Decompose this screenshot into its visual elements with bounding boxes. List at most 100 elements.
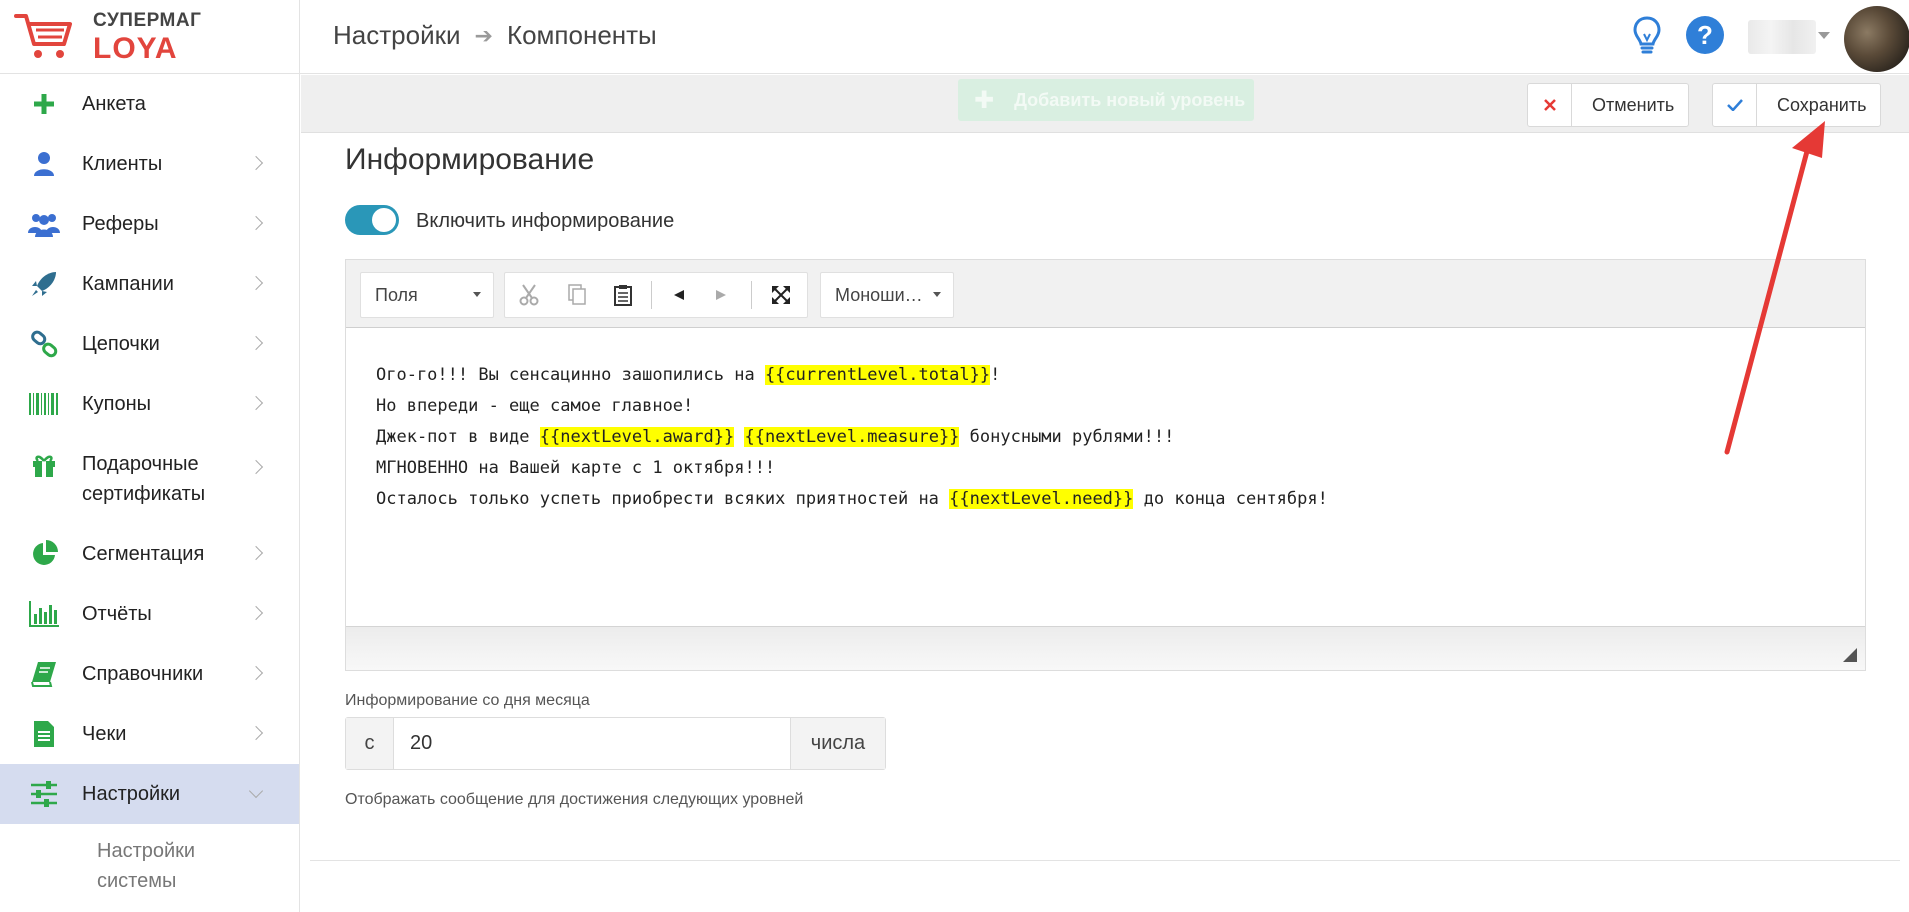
sidebar-item-label: Подарочные сертификаты (82, 449, 205, 509)
chevron-down-icon (248, 783, 264, 799)
editor-statusbar (346, 626, 1865, 670)
lightbulb-icon[interactable] (1626, 14, 1668, 56)
chevron-right-icon (248, 725, 264, 741)
sidebar-item-coupons[interactable]: Купоны (0, 374, 299, 434)
toggle-knob (372, 208, 396, 232)
sidebar-subitem-system-settings[interactable]: Настройки системы (0, 824, 299, 896)
editor-line: Но впереди - еще самое главное! (376, 391, 1328, 422)
editor-text: до конца сентября! (1133, 489, 1328, 509)
bar-chart-icon (28, 598, 60, 630)
sidebar-item-label: Чеки (82, 723, 127, 745)
svg-text:?: ? (1697, 20, 1713, 50)
editor-placeholder: {{nextLevel.award}} (539, 427, 735, 447)
sidebar-item-clients[interactable]: Клиенты (0, 134, 299, 194)
next-levels-note: Отображать сообщение для достижения след… (345, 791, 804, 808)
sidebar-item-label: Цепочки (82, 333, 160, 355)
receipt-icon (28, 718, 60, 750)
cancel-button[interactable]: Отменить (1527, 83, 1690, 127)
sidebar: Анкета Клиенты Реферы Кампании Цепочки К (0, 74, 300, 912)
editor-line: Джек-пот в виде {{nextLevel.award}} {{ne… (376, 422, 1328, 453)
undo-icon[interactable] (659, 273, 699, 317)
breadcrumb: Настройки ➔ Компоненты (333, 20, 657, 51)
sidebar-subitem-label-line2: системы (97, 870, 177, 892)
sidebar-item-label: Настройки (82, 783, 181, 805)
sidebar-item-gift-certificates[interactable]: Подарочные сертификаты (0, 434, 299, 524)
sidebar-item-reports[interactable]: Отчёты (0, 584, 299, 644)
fields-select[interactable]: Поля (360, 272, 494, 318)
section-title: Информирование (345, 143, 595, 176)
add-level-button[interactable]: ✚ Добавить новый уровень (958, 79, 1254, 121)
action-bar: ✚ Добавить новый уровень Отменить Сохран… (301, 75, 1909, 133)
gift-icon (28, 449, 60, 481)
barcode-icon (28, 388, 60, 420)
user-icon (28, 148, 60, 180)
add-level-label: Добавить новый уровень (1014, 89, 1246, 110)
chevron-down-icon (473, 292, 481, 297)
font-select[interactable]: Моноши… (820, 272, 954, 318)
sidebar-item-label: Реферы (82, 213, 159, 235)
user-name-blurred[interactable] (1748, 20, 1816, 54)
editor-content[interactable]: Ого-го!!! Вы сенсацинно зашопились на {{… (376, 360, 1328, 515)
chevron-right-icon (248, 605, 264, 621)
book-icon (28, 658, 60, 690)
save-button[interactable]: Сохранить (1712, 83, 1882, 127)
sidebar-item-label: Анкета (82, 93, 146, 115)
editor-text: Ого-го!!! Вы сенсацинно зашопились на (376, 365, 765, 385)
editor-text (734, 427, 744, 447)
toggle-label: Включить информирование (416, 210, 675, 232)
font-select-value: Моноши… (835, 284, 923, 305)
cancel-label: Отменить (1592, 94, 1675, 115)
chain-icon (28, 328, 60, 360)
divider (310, 860, 1900, 861)
toolbar-divider (751, 281, 752, 309)
editor-text: бонусными рублями!!! (959, 427, 1175, 447)
sidebar-item-campaigns[interactable]: Кампании (0, 254, 299, 314)
day-of-month-input[interactable] (393, 718, 791, 769)
sidebar-item-directories[interactable]: Справочники (0, 644, 299, 704)
checkmark-icon (1713, 84, 1757, 126)
day-field-label: Информирование со дня месяца (345, 692, 590, 709)
chevron-down-icon[interactable] (1818, 32, 1830, 39)
redo-icon[interactable] (701, 273, 741, 317)
copy-icon[interactable] (557, 273, 597, 317)
breadcrumb-parent[interactable]: Настройки (333, 20, 461, 51)
sidebar-item-segmentation[interactable]: Сегментация (0, 524, 299, 584)
editor-text: Но впереди - еще самое главное! (376, 396, 694, 416)
shopping-cart-icon (14, 14, 72, 58)
top-header: СУПЕРМАГ LOYA Настройки ➔ Компоненты ? (0, 0, 1909, 74)
avatar[interactable] (1844, 6, 1909, 72)
editor-line: Осталось только успеть приобрести всяких… (376, 484, 1328, 515)
arrow-right-icon: ➔ (474, 22, 493, 48)
cut-icon[interactable] (509, 273, 549, 317)
message-editor: Поля Моноши… Ого-го!!! Вы сенсацинно заш… (345, 259, 1866, 671)
sidebar-item-settings[interactable]: Настройки (0, 764, 299, 824)
editor-text: Осталось только успеть приобрести всяких… (376, 489, 950, 509)
chevron-right-icon (248, 665, 264, 681)
chevron-right-icon (248, 155, 264, 171)
editor-line: МГНОВЕННО на Вашей карте с 1 октября!!! (376, 453, 1328, 484)
resize-handle-icon[interactable] (1843, 648, 1857, 662)
editor-text: Джек-пот в виде (376, 427, 540, 447)
editor-text: МГНОВЕННО на Вашей карте с 1 октября!!! (376, 458, 776, 478)
sidebar-item-label: Сегментация (82, 543, 205, 565)
save-label: Сохранить (1777, 94, 1867, 115)
sidebar-item-anketa[interactable]: Анкета (0, 74, 299, 134)
maximize-icon[interactable] (761, 273, 801, 317)
sidebar-item-chains[interactable]: Цепочки (0, 314, 299, 374)
day-suffix: числа (791, 718, 885, 769)
sidebar-item-referrers[interactable]: Реферы (0, 194, 299, 254)
logo-title-top: СУПЕРМАГ (93, 10, 202, 31)
question-circle-icon[interactable]: ? (1684, 14, 1726, 56)
informing-toggle[interactable] (345, 205, 399, 235)
sidebar-item-label-line2: сертификаты (82, 483, 206, 505)
users-icon (28, 208, 60, 240)
paste-icon[interactable] (603, 273, 643, 317)
breadcrumb-current: Компоненты (506, 20, 657, 50)
day-input-group: с числа (345, 717, 886, 770)
editor-placeholder: {{nextLevel.measure}} (744, 427, 960, 447)
plus-icon (28, 88, 60, 120)
chevron-right-icon (248, 215, 264, 231)
sidebar-item-receipts[interactable]: Чеки (0, 704, 299, 764)
editor-button-group (504, 272, 808, 318)
app-logo[interactable]: СУПЕРМАГ LOYA (0, 0, 300, 74)
